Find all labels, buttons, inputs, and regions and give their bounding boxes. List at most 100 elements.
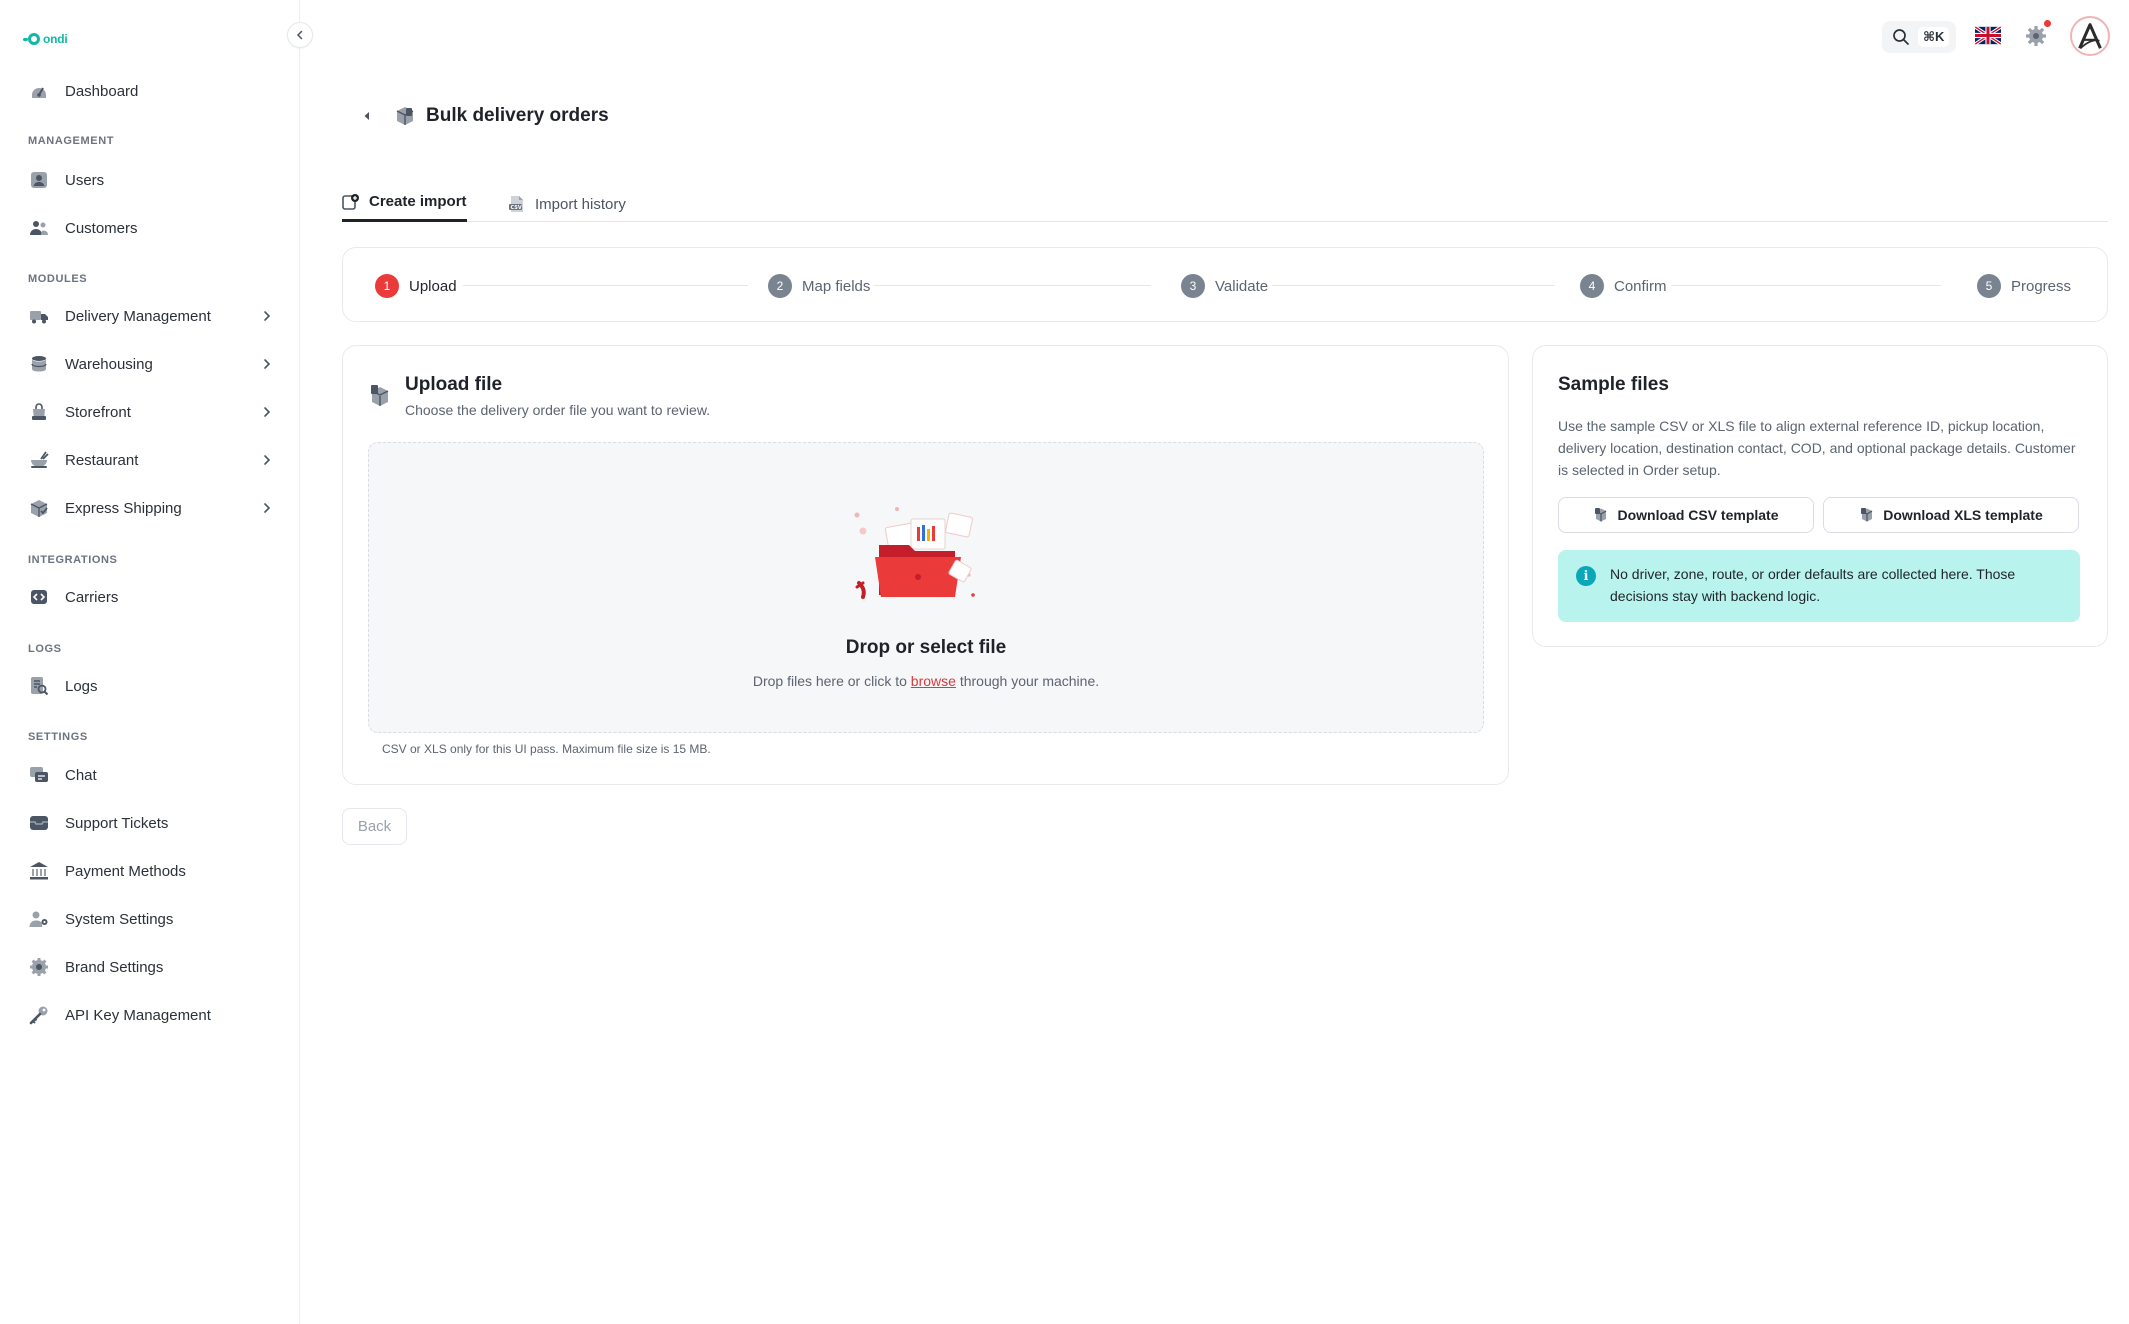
logo-mark-icon xyxy=(23,33,40,45)
language-flag-button[interactable] xyxy=(1975,26,2001,45)
step-confirm: 4 Confirm xyxy=(1580,274,1671,298)
csv-file-icon: CSV xyxy=(509,196,523,212)
warehouse-icon xyxy=(28,353,50,375)
sidebar-item-dashboard[interactable]: Dashboard xyxy=(18,71,282,111)
sidebar-item-support-tickets[interactable]: Support Tickets xyxy=(18,803,282,843)
sidebar-item-delivery-management[interactable]: Delivery Management xyxy=(18,296,282,336)
back-arrow-icon[interactable] xyxy=(360,109,374,123)
sidebar-item-label: Users xyxy=(65,171,105,189)
sidebar-item-express-shipping[interactable]: Express Shipping xyxy=(18,488,282,528)
sample-files-description: Use the sample CSV or XLS file to align … xyxy=(1558,418,2076,478)
key-icon xyxy=(28,1004,50,1026)
sidebar-item-logs[interactable]: Logs xyxy=(18,666,282,706)
dropzone-prefix: Drop files here or click to xyxy=(752,673,907,689)
svg-text:CSV: CSV xyxy=(511,205,522,211)
import-stepper: 1 Upload 2 Map fields 3 Validate 4 Confi… xyxy=(342,247,2108,322)
chevron-right-icon xyxy=(264,407,271,417)
back-button[interactable]: Back xyxy=(342,808,407,845)
tab-import-history[interactable]: CSV Import history xyxy=(508,186,626,222)
step-connector xyxy=(1243,285,1555,286)
sidebar-collapse-button[interactable] xyxy=(287,22,313,48)
sidebar-item-system-settings[interactable]: System Settings xyxy=(18,899,282,939)
section-label-modules: MODULES xyxy=(28,273,88,285)
step-number: 4 xyxy=(1580,274,1604,298)
upload-card-title: Upload file xyxy=(405,374,503,395)
tab-create-import[interactable]: Create import xyxy=(342,186,467,222)
sidebar-item-chat[interactable]: Chat xyxy=(18,755,282,795)
sidebar-item-label: Support Tickets xyxy=(65,814,169,832)
user-avatar[interactable] xyxy=(2070,16,2110,56)
file-dropzone[interactable]: Drop or select file Drop files here or c… xyxy=(368,442,1484,733)
dropzone-title: Drop or select file xyxy=(845,637,1007,658)
brand-gear-icon xyxy=(28,956,50,978)
bulk-orders-icon xyxy=(396,107,414,125)
section-label-management: MANAGEMENT xyxy=(28,135,115,147)
search-shortcut-kbd: ⌘K xyxy=(1918,27,1950,47)
step-number: 3 xyxy=(1181,274,1205,298)
folder-upload-illustration-icon xyxy=(854,507,975,599)
brand-logo[interactable]: ondi xyxy=(23,30,68,48)
download-csv-button[interactable]: Download CSV template xyxy=(1558,497,1814,533)
settings-button[interactable] xyxy=(2024,24,2048,48)
step-connector xyxy=(861,285,1151,286)
download-xls-button[interactable]: Download XLS template xyxy=(1823,497,2079,533)
restaurant-icon xyxy=(28,449,50,471)
section-label-logs: LOGS xyxy=(28,643,62,655)
step-progress: 5 Progress xyxy=(1977,274,2076,298)
storefront-icon xyxy=(28,401,50,423)
sidebar-item-label: Delivery Management xyxy=(65,307,211,325)
sidebar-item-label: Carriers xyxy=(65,588,119,606)
sidebar-item-users[interactable]: Users xyxy=(18,160,282,200)
browse-link[interactable]: browse xyxy=(911,673,956,689)
sidebar-item-warehousing[interactable]: Warehousing xyxy=(18,344,282,384)
sidebar-item-api-key-management[interactable]: API Key Management xyxy=(18,995,282,1035)
step-number: 5 xyxy=(1977,274,2001,298)
step-label: Validate xyxy=(1215,277,1269,295)
sidebar-item-payment-methods[interactable]: Payment Methods xyxy=(18,851,282,891)
step-connector xyxy=(463,285,748,286)
sidebar-item-restaurant[interactable]: Restaurant xyxy=(18,440,282,480)
carriers-icon xyxy=(28,586,50,608)
sidebar-item-label: Restaurant xyxy=(65,451,139,469)
page-header: Bulk delivery orders xyxy=(360,104,609,128)
step-label: Confirm xyxy=(1614,277,1667,295)
upload-file-card: Upload file Choose the delivery order fi… xyxy=(342,345,1509,785)
logo-text: ondi xyxy=(43,32,68,46)
notification-dot xyxy=(2044,20,2051,27)
step-connector xyxy=(1631,285,1941,286)
dashboard-icon xyxy=(28,80,50,102)
sidebar-item-label: Warehousing xyxy=(65,355,153,373)
step-number: 1 xyxy=(375,274,399,298)
sidebar: ondi Dashboard MANAGEMENT Users Customer… xyxy=(0,0,300,1324)
step-number: 2 xyxy=(768,274,792,298)
sidebar-item-brand-settings[interactable]: Brand Settings xyxy=(18,947,282,987)
step-upload: 1 Upload xyxy=(375,274,461,298)
sidebar-item-label: Logs xyxy=(65,677,98,695)
search-icon xyxy=(1893,29,1909,45)
section-label-integrations: INTEGRATIONS xyxy=(28,554,118,566)
sidebar-item-carriers[interactable]: Carriers xyxy=(18,577,282,617)
tab-label: Import history xyxy=(535,195,626,213)
customers-icon xyxy=(28,217,50,239)
chevron-left-icon xyxy=(296,30,303,40)
chevron-right-icon xyxy=(264,455,271,465)
file-requirements-note: CSV or XLS only for this UI pass. Maximu… xyxy=(382,742,711,756)
sidebar-item-label: Payment Methods xyxy=(65,862,186,880)
create-import-icon xyxy=(342,193,359,210)
chevron-right-icon xyxy=(264,311,271,321)
step-validate: 3 Validate xyxy=(1181,274,1273,298)
chevron-right-icon xyxy=(264,359,271,369)
sidebar-item-storefront[interactable]: Storefront xyxy=(18,392,282,432)
sidebar-item-label: System Settings xyxy=(65,910,174,928)
chevron-right-icon xyxy=(264,503,271,513)
user-settings-icon xyxy=(28,908,50,930)
download-xls-label: Download XLS template xyxy=(1883,507,2043,523)
upload-file-icon xyxy=(371,385,389,406)
sidebar-item-label: Dashboard xyxy=(65,82,139,100)
uk-flag-icon xyxy=(1975,26,2001,45)
step-label: Map fields xyxy=(802,277,871,295)
user-icon xyxy=(28,169,50,191)
sidebar-item-customers[interactable]: Customers xyxy=(18,208,282,248)
logs-icon xyxy=(28,675,50,697)
search-button[interactable]: ⌘K xyxy=(1882,21,1956,53)
